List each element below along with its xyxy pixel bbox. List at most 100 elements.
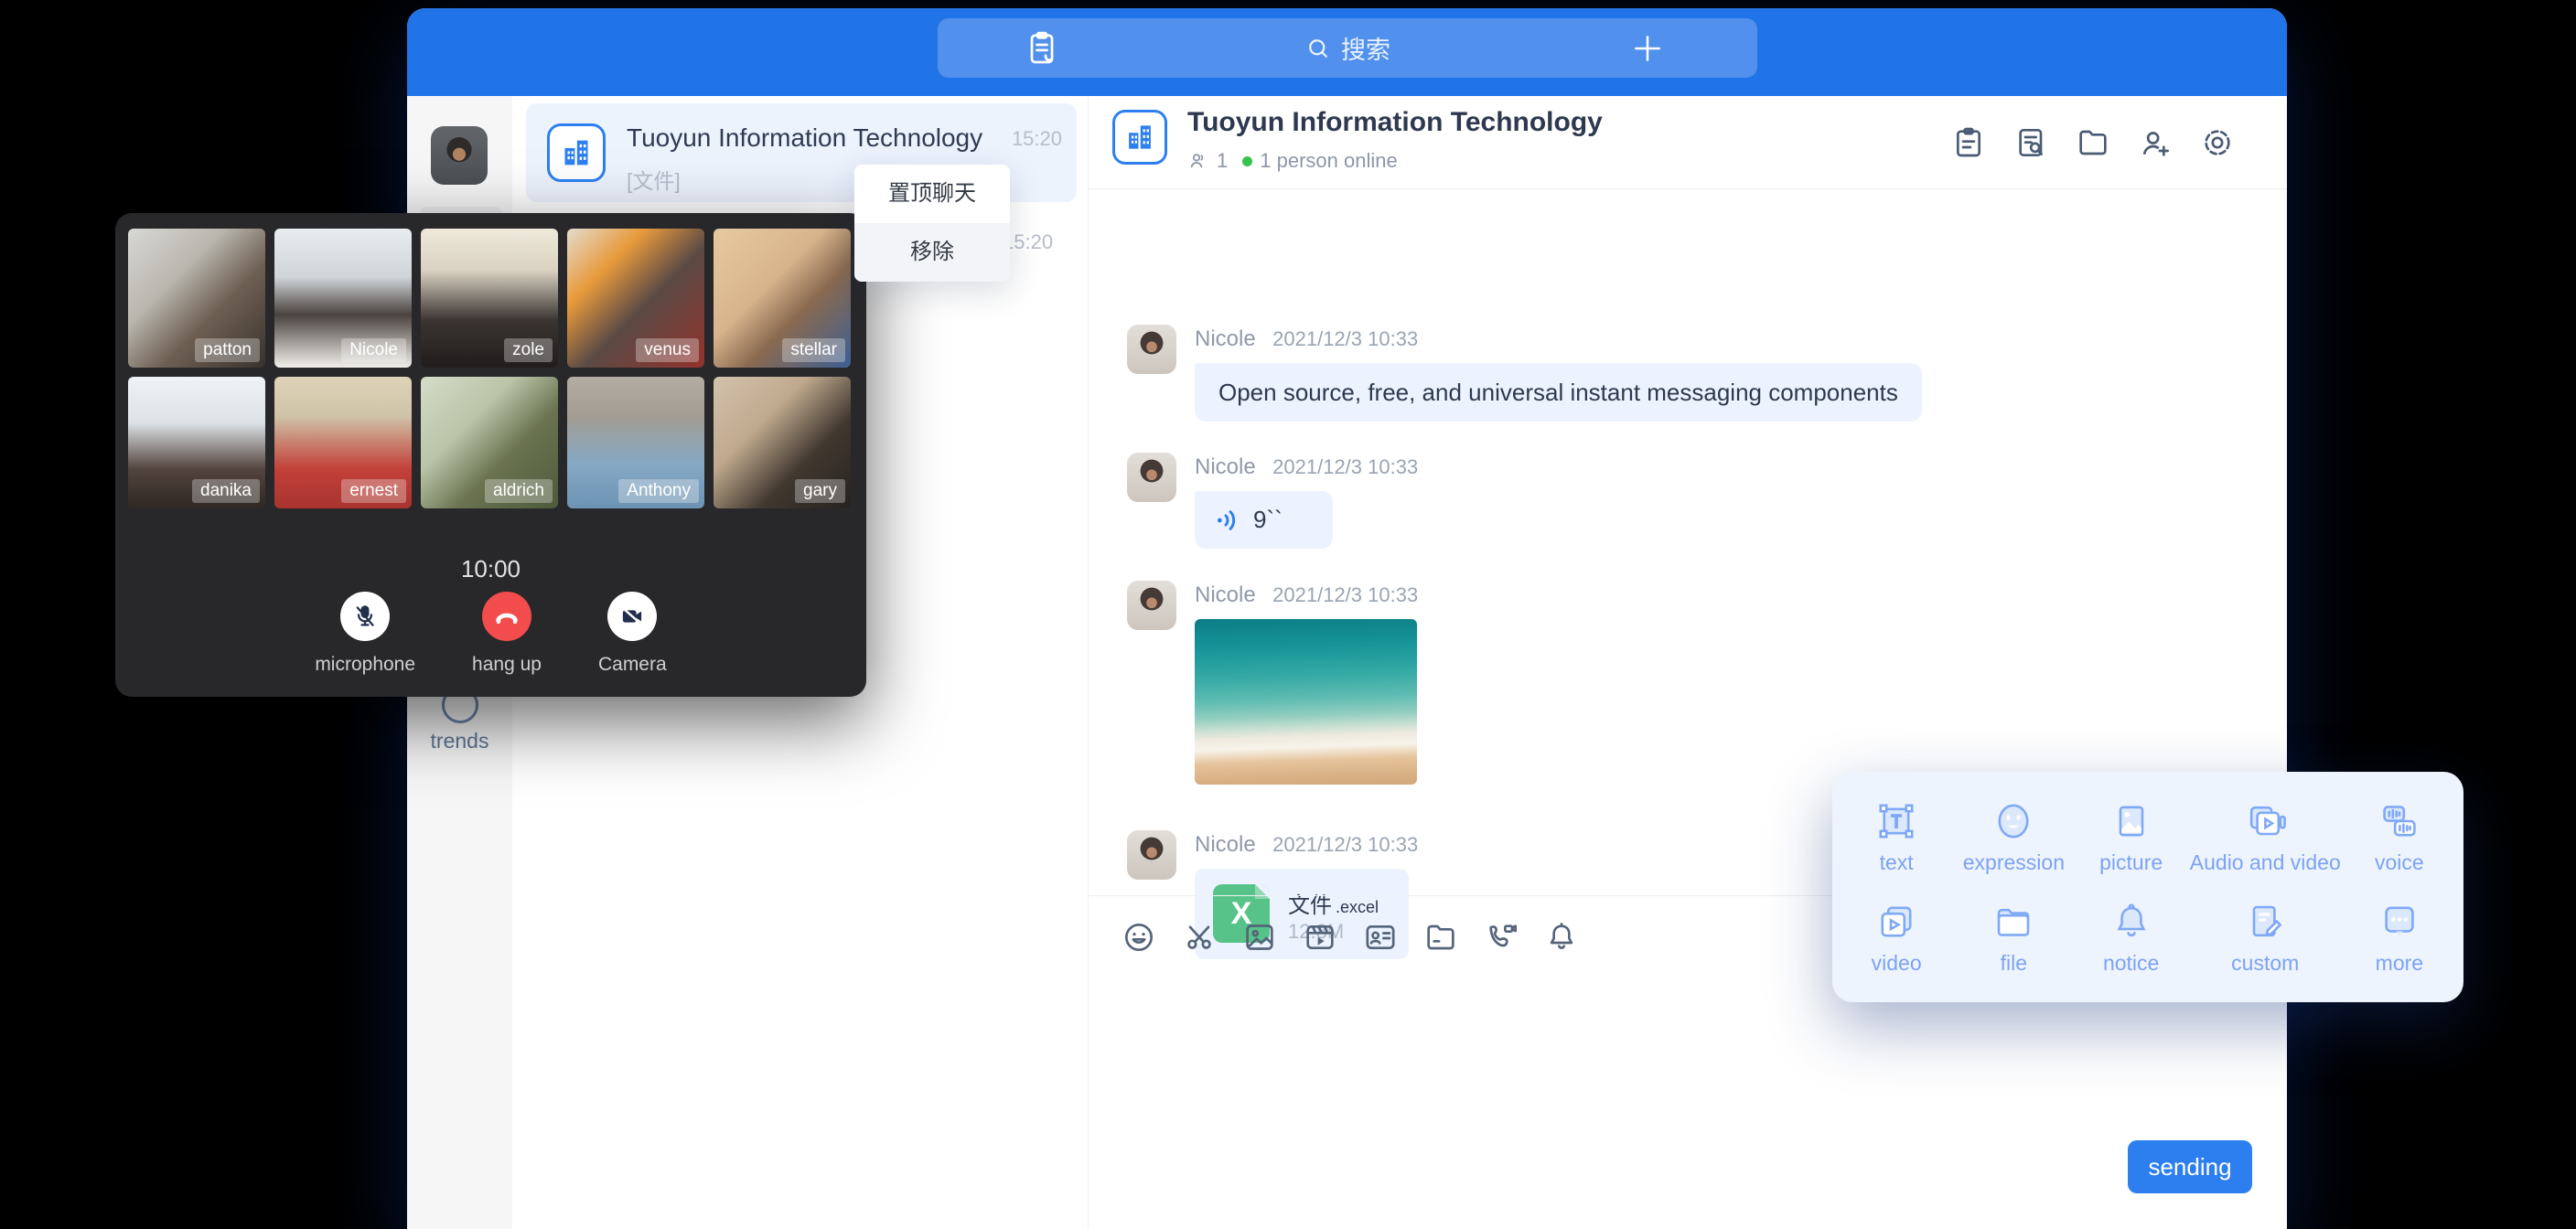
call-control-label: microphone <box>315 654 415 676</box>
online-dot <box>1242 156 1252 166</box>
chat-main: Tuoyun Information Technology 1 1 person… <box>1089 96 2287 1229</box>
avatar[interactable] <box>1127 453 1176 502</box>
picture-icon[interactable] <box>1241 919 1278 956</box>
call-timer: 10:00 <box>115 555 866 583</box>
add-plus-icon[interactable] <box>1630 31 1665 66</box>
call-controls: microphone hang up Camera <box>115 592 866 676</box>
call-participant-tile: Anthony <box>567 377 704 508</box>
message-head: Nicole 2021/12/3 10:33 <box>1195 454 1418 480</box>
input-toolbar <box>1121 919 1580 956</box>
file-icon <box>1991 900 2035 944</box>
panel-item-voice[interactable]: voice <box>2341 786 2458 887</box>
group-building-icon <box>1112 110 1167 165</box>
participant-grid: patton Nicole zole venusstellar danika ernest… <box>128 229 851 508</box>
send-button[interactable]: sending <box>2128 1140 2252 1193</box>
group-building-icon <box>547 123 606 182</box>
picture-icon <box>2109 799 2153 843</box>
conversation-title: Tuoyun Information Technology <box>627 123 982 153</box>
panel-item-audio-video[interactable]: Audio and video <box>2190 786 2341 887</box>
message-time: 2021/12/3 10:33 <box>1272 833 1418 856</box>
voice-bubble[interactable]: 9`` <box>1195 491 1333 549</box>
sender-name: Nicole <box>1195 454 1256 479</box>
panel-item-text[interactable]: text <box>1838 786 1955 887</box>
screenshot-icon[interactable] <box>1181 919 1218 956</box>
chat-record-search-icon[interactable] <box>2012 124 2049 161</box>
panel-item-more[interactable]: more <box>2341 887 2458 988</box>
avatar[interactable] <box>1127 830 1176 880</box>
audio-video-icon <box>2243 799 2287 843</box>
group-files-icon[interactable] <box>2075 124 2111 161</box>
call-participant-tile: danika <box>128 377 265 508</box>
participant-name-label: Anthony <box>618 479 699 503</box>
sender-name: Nicole <box>1195 326 1256 351</box>
panel-item-label: voice <box>2375 850 2424 875</box>
panel-item-label: custom <box>2231 951 2299 976</box>
panel-item-expression[interactable]: expression <box>1955 786 2072 887</box>
chat-meta: 1 1 person online <box>1187 149 1398 173</box>
more-icon <box>2377 900 2421 944</box>
image-attachment[interactable] <box>1195 619 1417 785</box>
text-bubble[interactable]: Open source, free, and universal instant… <box>1195 363 1922 422</box>
mic-off-button[interactable] <box>340 592 390 641</box>
message-head: Nicole 2021/12/3 10:33 <box>1195 582 1418 608</box>
message-type-panel: textexpressionpictureAudio and video voic… <box>1832 772 2463 1002</box>
menu-item-pin-chat[interactable]: 置顶聊天 <box>854 165 1010 223</box>
conversation-time: 15:20 <box>1003 230 1053 254</box>
voice-icon <box>2377 799 2421 843</box>
audio-video-call-icon[interactable] <box>1483 919 1519 956</box>
call-control-hang-up: hang up <box>472 592 542 676</box>
chat-header-actions <box>1950 124 2236 161</box>
panel-item-notice[interactable]: notice <box>2073 887 2190 988</box>
custom-icon <box>2243 900 2287 944</box>
participant-name-label: aldrich <box>485 479 553 503</box>
participant-name-label: danika <box>192 479 260 503</box>
message-time: 2021/12/3 10:33 <box>1272 327 1418 350</box>
call-participant-tile: aldrich <box>421 377 558 508</box>
menu-item-remove[interactable]: 移除 <box>854 223 1010 282</box>
message-time: 2021/12/3 10:33 <box>1272 455 1418 478</box>
call-participant-tile: patton <box>128 229 265 368</box>
text-icon <box>1874 799 1918 843</box>
emoji-icon[interactable] <box>1121 919 1157 956</box>
video-call-window: patton Nicole zole venusstellar danika ernest… <box>115 213 866 697</box>
camera-off-button[interactable] <box>607 592 657 641</box>
folder-icon[interactable] <box>1422 919 1459 956</box>
hang-up-button[interactable] <box>482 592 531 641</box>
call-control-label: hang up <box>472 654 542 676</box>
panel-item-custom[interactable]: custom <box>2190 887 2341 988</box>
panel-item-video[interactable]: video <box>1838 887 1955 988</box>
expression-icon <box>1991 799 2035 843</box>
avatar[interactable] <box>1127 325 1176 374</box>
panel-item-label: video <box>1872 951 1922 976</box>
participant-name-label: patton <box>195 338 260 362</box>
message-head: Nicole 2021/12/3 10:33 <box>1195 326 1418 352</box>
online-text: 1 person online <box>1260 149 1397 173</box>
panel-item-file[interactable]: file <box>1955 887 2072 988</box>
search-bar[interactable]: 搜索 <box>938 18 1757 78</box>
call-participant-tile: stellar <box>714 229 851 368</box>
participant-name-label: zole <box>504 338 553 362</box>
call-control-mic-off: microphone <box>315 592 415 676</box>
panel-item-picture[interactable]: picture <box>2073 786 2190 887</box>
contact-card-icon[interactable] <box>1362 919 1399 956</box>
add-member-icon[interactable] <box>2137 124 2174 161</box>
voice-duration: 9`` <box>1253 506 1283 534</box>
video-icon[interactable] <box>1302 919 1338 956</box>
sender-name: Nicole <box>1195 832 1256 857</box>
app-topbar: 搜索 <box>407 8 2287 96</box>
user-avatar[interactable] <box>431 126 488 185</box>
avatar[interactable] <box>1127 581 1176 630</box>
participant-name-label: ernest <box>341 479 406 503</box>
message-time: 2021/12/3 10:33 <box>1272 583 1418 606</box>
settings-gear-icon[interactable] <box>2199 124 2236 161</box>
participant-name-label: Nicole <box>341 338 406 362</box>
notice-icon[interactable] <box>1543 919 1580 956</box>
call-participant-tile: Nicole <box>274 229 412 368</box>
group-notice-icon[interactable] <box>1950 124 1987 161</box>
call-control-camera-off: Camera <box>598 592 667 676</box>
search-icon <box>1304 35 1332 62</box>
video-icon <box>1874 900 1918 944</box>
call-participant-tile: venus <box>567 229 704 368</box>
panel-item-label: file <box>2001 951 2027 976</box>
chat-header: Tuoyun Information Technology 1 1 person… <box>1089 96 2287 189</box>
